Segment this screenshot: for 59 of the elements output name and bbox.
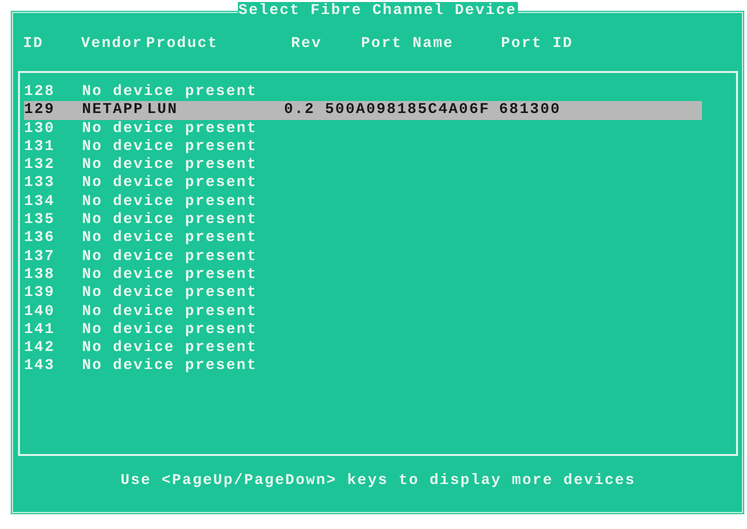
status-text: No device present: [82, 248, 258, 266]
device-row[interactable]: 141 No device present: [24, 320, 702, 340]
column-header: ID: [23, 35, 45, 54]
device-row[interactable]: 129 NETAPP LUN 0.2 500A098185C4A06F 681300: [24, 101, 702, 120]
device-row[interactable]: 130 No device present: [24, 120, 702, 138]
column-header: Port Name: [361, 35, 455, 54]
status-text: No device present: [82, 174, 258, 193]
port-id-cell-text: 681300: [499, 101, 562, 120]
device-id: 131: [24, 138, 56, 156]
device-row[interactable]: 138 No device present: [24, 266, 702, 284]
device-id: 138: [24, 266, 56, 284]
device-id: 139: [24, 284, 56, 303]
status-text: No device present: [82, 339, 258, 358]
device-id: 143: [24, 357, 56, 376]
device-row[interactable]: 134 No device present: [24, 192, 702, 212]
column-header: Port ID: [501, 35, 574, 54]
device-row[interactable]: 142 No device present: [24, 339, 702, 358]
device-row[interactable]: 136 No device present: [24, 229, 702, 248]
status-text: No device present: [82, 211, 258, 230]
device-id: 136: [24, 229, 56, 248]
product-cell-text: LUN: [147, 101, 179, 120]
device-row[interactable]: 140 No device present: [24, 302, 702, 321]
device-row[interactable]: 139 No device present: [24, 284, 702, 303]
device-row[interactable]: 143 No device present: [24, 357, 702, 376]
device-id: 142: [24, 339, 56, 358]
status-text: No device present: [82, 302, 258, 321]
device-id: 130: [24, 120, 56, 138]
device-row[interactable]: 128 No device present: [24, 83, 702, 102]
port-name-cell-text: 500A098185C4A06F: [325, 101, 491, 120]
hint-text: Use <PageUp/PageDown> keys to display more devices: [119, 472, 637, 490]
status-text: No device present: [82, 320, 258, 340]
vendor-cell-text: NETAPP: [82, 101, 145, 120]
status-text: No device present: [82, 357, 258, 376]
device-id: 129: [24, 101, 56, 120]
device-id: 133: [24, 174, 56, 193]
device-id: 140: [24, 302, 56, 321]
status-text: No device present: [82, 83, 258, 102]
device-id: 135: [24, 211, 56, 230]
device-row[interactable]: 137 No device present: [24, 248, 702, 266]
status-text: No device present: [82, 192, 258, 212]
status-text: No device present: [82, 138, 258, 156]
device-id: 132: [24, 156, 56, 174]
status-text: No device present: [82, 229, 258, 248]
device-row[interactable]: 133 No device present: [24, 174, 702, 193]
device-row[interactable]: 132 No device present: [24, 156, 702, 174]
column-header: Rev: [291, 35, 323, 54]
device-id: 137: [24, 248, 56, 266]
status-text: No device present: [82, 284, 258, 303]
device-id: 134: [24, 192, 56, 212]
device-row[interactable]: 135 No device present: [24, 211, 702, 230]
rev-cell-text: 0.2: [284, 101, 316, 120]
status-text: No device present: [82, 120, 258, 138]
column-header: Vendor: [81, 35, 144, 54]
status-text: No device present: [82, 156, 258, 174]
device-id: 141: [24, 320, 56, 340]
column-header: Product: [146, 35, 220, 54]
device-id: 128: [24, 83, 56, 102]
device-row[interactable]: 131 No device present: [24, 138, 702, 156]
status-text: No device present: [82, 266, 258, 284]
